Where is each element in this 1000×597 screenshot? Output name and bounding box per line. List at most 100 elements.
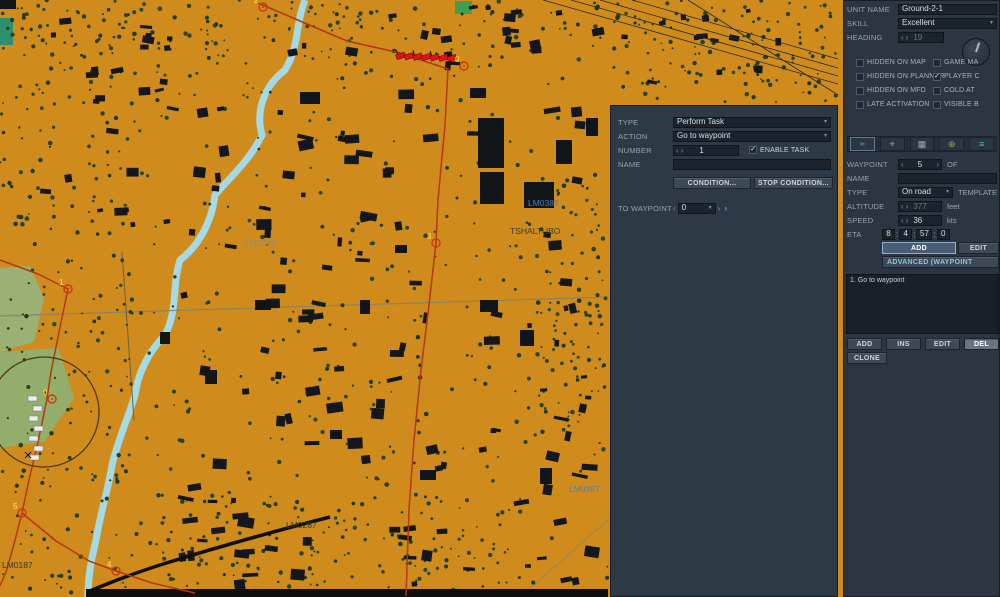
to-waypoint-dropdown[interactable]: 0 ▾ — [677, 202, 716, 214]
waypoint-type-row: TYPE On road ▾ TEMPLATE — [847, 186, 997, 198]
checkbox-late-activation[interactable]: LATE ACTIVATION — [856, 100, 930, 109]
task-name-label: NAME — [618, 159, 641, 169]
svg-text:LM0288: LM0288 — [245, 238, 276, 248]
skill-row: SKILL Excellent ▾ — [847, 17, 997, 29]
list-ins-button[interactable]: INS — [886, 338, 921, 350]
goto-waypoint-icon[interactable]: › — [724, 203, 727, 213]
task-action-row: ACTION Go to waypoint ▾ — [618, 130, 831, 142]
task-list[interactable]: 1. Go to waypoint — [846, 274, 999, 334]
stepper-left-icon[interactable]: ‹ — [901, 202, 904, 211]
svg-text:LM0287: LM0287 — [286, 520, 317, 530]
waypoint-edit-button[interactable]: EDIT — [958, 242, 999, 254]
unit-name-input[interactable]: Ground-2-1 — [898, 3, 997, 15]
checkbox-box[interactable] — [856, 100, 864, 109]
checkbox-box[interactable] — [933, 72, 941, 81]
eta-seconds-input[interactable]: 0 — [936, 228, 950, 240]
checkbox-box[interactable] — [856, 72, 864, 81]
stepper-left-icon[interactable]: ‹ — [901, 216, 904, 225]
speed-unit-label: kts — [947, 215, 957, 225]
stepper-right-icon[interactable]: › — [718, 204, 721, 213]
stepper-right-icon[interactable]: › — [936, 160, 939, 169]
eta-days-input[interactable]: 8 — [882, 228, 895, 240]
task-type-value: Perform Task — [677, 117, 724, 126]
svg-text:0: 0 — [43, 388, 48, 397]
checkbox-hidden-on-planner[interactable]: HIDDEN ON PLANNER — [856, 72, 945, 81]
stop-condition-button[interactable]: STOP CONDITION... — [754, 177, 833, 189]
altitude-stepper[interactable]: ‹ › 377 — [898, 200, 942, 212]
route-icon[interactable]: ≈ — [850, 137, 875, 151]
task-number-row: NUMBER ‹ › 1 ENABLE TASK — [618, 144, 831, 156]
svg-text:LM0387: LM0387 — [569, 484, 600, 494]
waypoint-number-value: 5 — [917, 159, 923, 169]
svg-text:LM0187: LM0187 — [2, 560, 33, 570]
task-action-label: ACTION — [618, 131, 648, 141]
task-number-stepper[interactable]: ‹ › 1 — [673, 144, 739, 156]
checkbox-label: LATE ACTIVATION — [867, 101, 930, 108]
crosshair-icon[interactable]: ⊕ — [939, 137, 965, 151]
list-icon[interactable]: ≡ — [969, 137, 994, 151]
to-waypoint-label: TO WAYPOINT — [618, 203, 672, 213]
stepper-left-icon[interactable]: ‹ — [673, 204, 676, 213]
task-number-value: 1 — [699, 145, 704, 155]
stepper-right-icon[interactable]: › — [906, 216, 909, 225]
template-label[interactable]: TEMPLATE — [958, 188, 997, 197]
svg-text:4: 4 — [107, 560, 112, 569]
eta-row: ETA 8 4 57 0 — [847, 228, 997, 240]
checkbox-visible-before[interactable]: VISIBLE B — [933, 100, 999, 109]
list-add-button[interactable]: ADD — [847, 338, 882, 350]
task-name-row: NAME — [618, 158, 831, 170]
svg-text:LM0388: LM0388 — [528, 198, 559, 208]
advanced-waypoint-button[interactable]: ADVANCED (WAYPOINT — [882, 256, 999, 268]
chevron-down-icon: ▾ — [989, 20, 993, 26]
waypoint-toolbar: ≈ ⌖ ▦ ⊕ ≡ — [847, 136, 997, 152]
speed-stepper[interactable]: ‹ › 36 — [898, 214, 942, 226]
enable-task-checkbox[interactable] — [749, 146, 757, 154]
list-edit-button[interactable]: EDIT — [925, 338, 960, 350]
svg-text:3: 3 — [427, 232, 432, 241]
task-type-row: TYPE Perform Task ▾ — [618, 116, 831, 128]
stepper-right-icon[interactable]: › — [681, 146, 684, 155]
stepper-left-icon[interactable]: ‹ — [676, 146, 679, 155]
list-del-button[interactable]: DEL — [964, 338, 999, 350]
heading-value: 19 — [913, 32, 923, 42]
heading-stepper[interactable]: ‹ › 19 — [898, 31, 944, 43]
stepper-right-icon[interactable]: › — [906, 33, 909, 42]
task-name-input[interactable] — [673, 158, 831, 170]
task-action-dropdown[interactable]: Go to waypoint ▾ — [673, 130, 831, 142]
checkbox-hidden-on-map[interactable]: HIDDEN ON MAP — [856, 58, 926, 67]
stepper-left-icon[interactable]: ‹ — [901, 33, 904, 42]
checkbox-box[interactable] — [933, 86, 941, 95]
eta-minutes-input[interactable]: 57 — [916, 228, 933, 240]
eta-label: ETA — [847, 229, 862, 239]
chevron-down-icon: ▾ — [823, 133, 827, 139]
grid-icon[interactable]: ▦ — [909, 137, 935, 151]
task-type-dropdown[interactable]: Perform Task ▾ — [673, 116, 831, 128]
checkbox-label: VISIBLE B — [944, 101, 979, 108]
stepper-right-icon[interactable]: › — [906, 202, 909, 211]
waypoint-stepper[interactable]: ‹ 5 › — [898, 158, 942, 170]
chevron-down-icon: ▾ — [708, 205, 712, 211]
svg-text:0: 0 — [455, 55, 460, 64]
clone-button[interactable]: CLONE — [847, 352, 887, 364]
targeting-icon[interactable]: ⌖ — [879, 137, 905, 151]
checkbox-cold-at-start[interactable]: COLD AT — [933, 86, 999, 95]
checkbox-box[interactable] — [856, 86, 864, 95]
checkbox-box[interactable] — [933, 100, 941, 109]
waypoint-of-label: OF — [947, 159, 958, 169]
waypoint-type-value: On road — [902, 187, 931, 196]
checkbox-hidden-on-mfd[interactable]: HIDDEN ON MFD — [856, 86, 926, 95]
eta-hours-input[interactable]: 4 — [899, 228, 913, 240]
checkbox-label: PLAYER C — [944, 73, 980, 80]
stepper-left-icon[interactable]: ‹ — [901, 160, 904, 169]
skill-dropdown[interactable]: Excellent ▾ — [898, 17, 997, 29]
checkbox-game-master[interactable]: GAME MA — [933, 58, 999, 67]
waypoint-type-dropdown[interactable]: On road ▾ — [898, 186, 953, 198]
task-action-value: Go to waypoint — [677, 131, 731, 140]
checkbox-box[interactable] — [933, 58, 941, 67]
waypoint-add-button[interactable]: ADD — [882, 242, 956, 254]
task-list-item[interactable]: 1. Go to waypoint — [850, 277, 995, 284]
checkbox-box[interactable] — [856, 58, 864, 67]
checkbox-player-can[interactable]: PLAYER C — [933, 72, 999, 81]
waypoint-name-input[interactable] — [898, 172, 997, 184]
condition-button[interactable]: CONDITION... — [673, 177, 751, 189]
